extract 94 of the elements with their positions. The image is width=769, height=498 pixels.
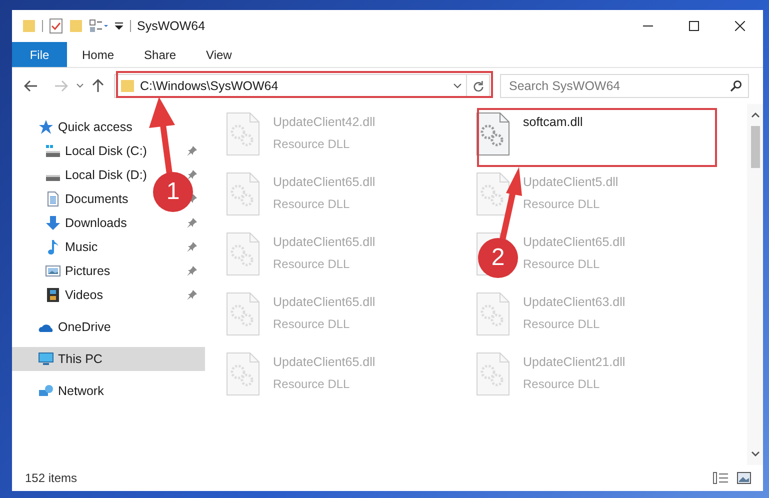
search-icon[interactable]	[730, 80, 742, 92]
nav-label: Videos	[65, 286, 103, 304]
file-name: UpdateClient21.dll	[523, 354, 626, 371]
nav-item[interactable]: Pictures	[45, 262, 110, 280]
scrollbar[interactable]	[747, 104, 763, 465]
file-icon	[476, 112, 510, 156]
nav-item[interactable]: Local Disk (C:)	[45, 142, 147, 160]
pin-icon[interactable]	[187, 146, 197, 156]
item-count: 152 items	[25, 470, 78, 487]
nav-label: Pictures	[65, 262, 110, 280]
nav-item[interactable]: Documents	[45, 190, 128, 208]
file-type: Resource DLL	[523, 376, 601, 393]
picture-icon	[45, 263, 61, 279]
nav-label: This PC	[58, 350, 102, 368]
file-name: UpdateClient42.dll	[273, 114, 376, 131]
nav-item[interactable]: This PC	[38, 350, 102, 368]
file-name: UpdateClient65.dll	[273, 294, 376, 311]
file-icon	[226, 232, 260, 276]
maximize-icon	[689, 21, 699, 31]
refresh-button[interactable]	[467, 74, 490, 98]
nav-label: Downloads	[65, 214, 127, 232]
close-icon	[735, 21, 745, 31]
file-icon	[226, 292, 260, 336]
checklist-icon[interactable]	[49, 18, 63, 34]
search-field[interactable]: Search SysWOW64	[500, 74, 749, 98]
nav-label: Network	[58, 382, 104, 400]
file-icon	[476, 172, 510, 216]
file-icon	[476, 352, 510, 396]
download-icon	[45, 215, 61, 231]
file-type: Resource DLL	[273, 256, 351, 273]
nav-item[interactable]: Music	[45, 238, 98, 256]
file-type: Resource DLL	[523, 256, 601, 273]
nav-item[interactable]: Local Disk (D:)	[45, 166, 147, 184]
pin-icon[interactable]	[187, 266, 197, 276]
nav-item[interactable]: Network	[38, 382, 104, 400]
ribbon-tab[interactable]: Share	[129, 42, 192, 67]
network-icon	[38, 383, 54, 399]
pin-icon[interactable]	[187, 242, 197, 252]
nav-label: OneDrive	[58, 318, 111, 336]
file-type: Resource DLL	[273, 196, 351, 213]
file-icon	[476, 292, 510, 336]
nav-label: Quick access	[58, 118, 132, 136]
file-name: UpdateClient65.dll	[273, 354, 376, 371]
pin-icon[interactable]	[187, 218, 197, 228]
chevron-down-icon[interactable]	[453, 83, 462, 89]
nav-item[interactable]: Quick access	[38, 118, 132, 136]
file-icon	[226, 112, 260, 156]
properties-icon[interactable]	[89, 19, 109, 33]
file-name: UpdateClient65.dll	[273, 174, 376, 191]
document-icon	[45, 191, 61, 207]
ribbon-tab[interactable]: Home	[67, 42, 130, 67]
ribbon-tab[interactable]: View	[191, 42, 247, 67]
dropdown-icon[interactable]	[114, 21, 124, 31]
details-view-icon[interactable]	[713, 472, 729, 484]
file-name: UpdateClient5.dll	[523, 174, 618, 191]
chevron-up-icon[interactable]	[750, 112, 760, 118]
refresh-icon	[472, 80, 484, 92]
nav-item[interactable]: OneDrive	[38, 318, 111, 336]
chevron-down-icon[interactable]	[76, 83, 84, 89]
address-bar[interactable]: C:\Windows\SysWOW64	[114, 74, 467, 98]
minimize-icon	[643, 25, 653, 27]
file-name: softcam.dll	[523, 114, 583, 131]
address-path: C:\Windows\SysWOW64	[140, 78, 278, 95]
up-arrow-icon[interactable]	[92, 79, 104, 93]
chevron-down-icon[interactable]	[750, 451, 760, 457]
file-icon	[226, 172, 260, 216]
ribbon-tab[interactable]: File	[12, 42, 67, 67]
pin-icon[interactable]	[187, 290, 197, 300]
file-type: Resource DLL	[273, 136, 351, 153]
large-icons-view-icon[interactable]	[737, 472, 751, 484]
drive-icon	[45, 143, 61, 159]
nav-item[interactable]: Downloads	[45, 214, 127, 232]
back-arrow-icon[interactable]	[24, 80, 38, 92]
file-name: UpdateClient65.dll	[523, 234, 626, 251]
file-type: Resource DLL	[523, 196, 601, 213]
file-type: Resource DLL	[523, 316, 601, 333]
nav-label: Documents	[65, 190, 128, 208]
film-icon	[45, 287, 61, 303]
star-icon	[38, 119, 54, 135]
drive-icon	[45, 174, 61, 182]
file-type: Resource DLL	[273, 316, 351, 333]
scrollbar-thumb[interactable]	[750, 126, 760, 168]
file-name: UpdateClient63.dll	[523, 294, 626, 311]
folder-icon	[121, 79, 134, 93]
file-icon	[226, 352, 260, 396]
nav-label: Music	[65, 238, 98, 256]
nav-label: Local Disk (D:)	[65, 166, 147, 184]
window-title: SysWOW64	[137, 18, 206, 35]
pin-icon[interactable]	[187, 170, 197, 180]
file-type: Resource DLL	[273, 376, 351, 393]
file-name: UpdateClient65.dll	[273, 234, 376, 251]
nav-item[interactable]: Videos	[45, 286, 103, 304]
monitor-icon	[38, 351, 54, 367]
nav-label: Local Disk (C:)	[65, 142, 147, 160]
